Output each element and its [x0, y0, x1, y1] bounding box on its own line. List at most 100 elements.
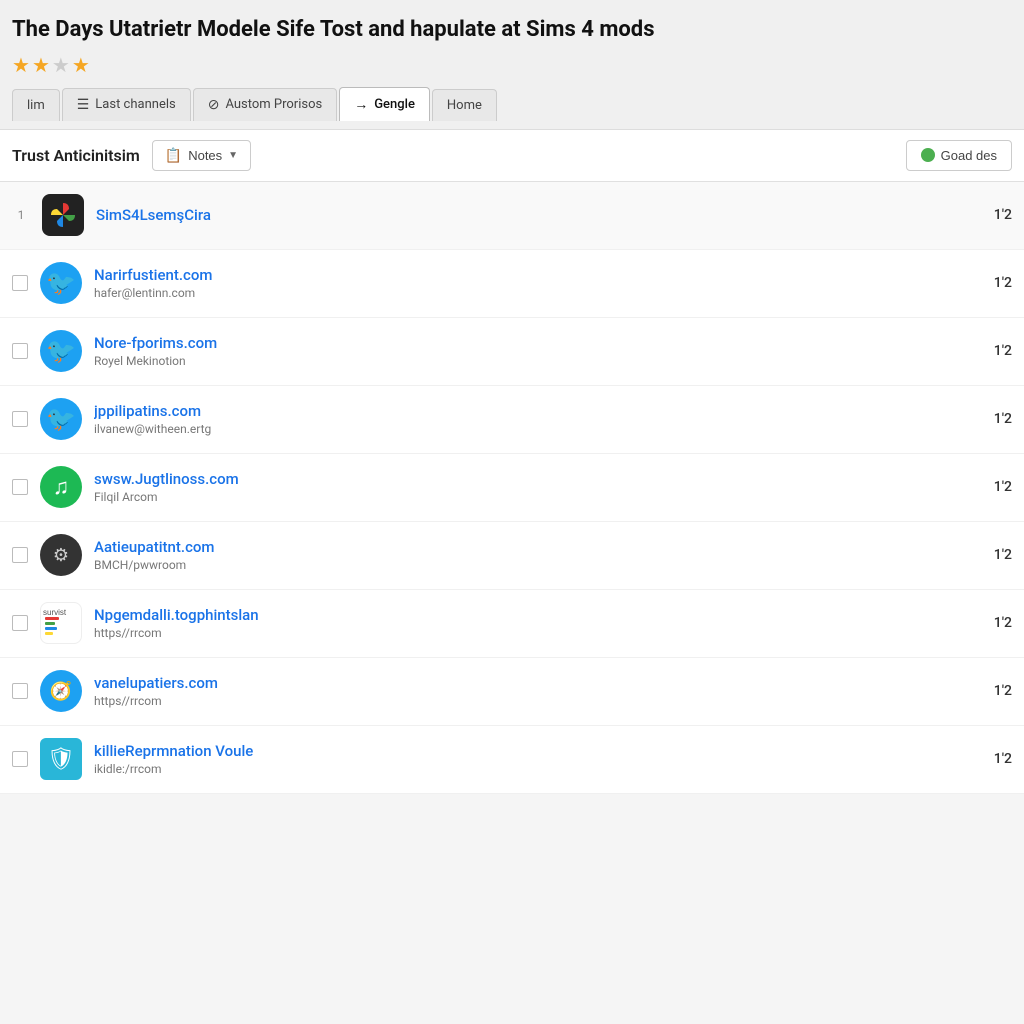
item-sub: Filqil Arcom — [94, 490, 982, 504]
item-checkbox[interactable] — [12, 751, 28, 767]
item-logo-compass: 🧭 — [40, 670, 82, 712]
item-checkbox[interactable] — [12, 343, 28, 359]
item-value: 1'2 — [994, 343, 1012, 359]
tab-gengle-icon: → — [354, 96, 368, 113]
item-checkbox[interactable] — [12, 275, 28, 291]
compass-icon: 🧭 — [50, 681, 72, 702]
item-name: Npgemdalli.togphintslan — [94, 606, 982, 624]
item-value: 1'2 — [994, 411, 1012, 427]
item-logo-pinwheel — [42, 194, 84, 236]
toolbar: Trust Anticinitsim 📋 Notes ▼ Goad des — [0, 130, 1024, 182]
list-item: 🐦 Narirfustient.com hafer@lentinn.com 1'… — [0, 250, 1024, 318]
item-info: swsw.Jugtlinoss.com Filqil Arcom — [94, 470, 982, 504]
twitter-icon: 🐦 — [46, 269, 76, 297]
tab-home[interactable]: Home — [432, 89, 497, 121]
item-sub: hafer@lentinn.com — [94, 286, 982, 300]
item-name: SimS4LsemşCira — [96, 206, 982, 224]
item-value: 1'2 — [994, 751, 1012, 767]
tab-custom-label: Austom Prorisos — [225, 97, 322, 112]
star-3: ★ — [52, 53, 70, 77]
tab-last-channels[interactable]: ☰ Last channels — [62, 88, 191, 121]
notes-button[interactable]: 📋 Notes ▼ — [152, 140, 251, 171]
list-item: ⚙ Aatieupatitnt.com BMCH/pwwroom 1'2 — [0, 522, 1024, 590]
list-item: 🐦 Nore-fporims.com Royel Mekinotion 1'2 — [0, 318, 1024, 386]
item-sub: https//rrcom — [94, 626, 982, 640]
item-name: Nore-fporims.com — [94, 334, 982, 352]
list-item: 🧭 vanelupatiers.com https//rrcom 1'2 — [0, 658, 1024, 726]
list-item: 🛡 killieReprmnation Voule ikidle:/rrcom … — [0, 726, 1024, 794]
item-checkbox[interactable] — [12, 683, 28, 699]
item-number: 1 — [12, 208, 30, 222]
item-logo-shield: 🛡 — [40, 738, 82, 780]
tab-last-channels-label: Last channels — [95, 97, 175, 112]
tab-last-channels-icon: ☰ — [77, 97, 90, 113]
twitter-icon: 🐦 — [46, 405, 76, 433]
item-sub: ilvanew@witheen.ertg — [94, 422, 982, 436]
item-info: SimS4LsemşCira — [96, 206, 982, 224]
item-info: Narirfustient.com hafer@lentinn.com — [94, 266, 982, 300]
item-checkbox[interactable] — [12, 615, 28, 631]
item-logo-twitter: 🐦 — [40, 398, 82, 440]
item-value: 1'2 — [994, 207, 1012, 223]
item-sub: BMCH/pwwroom — [94, 558, 982, 572]
star-1: ★ — [12, 53, 30, 77]
gear-icon: ⚙ — [53, 545, 69, 566]
item-logo-spotify: ♫ — [40, 466, 82, 508]
svg-text:survist: survist — [43, 608, 67, 617]
notes-label: Notes — [188, 148, 222, 163]
tab-gengle-label: Gengle — [374, 97, 415, 112]
item-info: Nore-fporims.com Royel Mekinotion — [94, 334, 982, 368]
item-name: swsw.Jugtlinoss.com — [94, 470, 982, 488]
notes-icon: 📋 — [165, 147, 182, 164]
item-logo-twitter: 🐦 — [40, 330, 82, 372]
item-value: 1'2 — [994, 275, 1012, 291]
item-checkbox[interactable] — [12, 547, 28, 563]
item-name: killieReprmnation Voule — [94, 742, 982, 760]
item-value: 1'2 — [994, 683, 1012, 699]
item-name: jppilipatins.com — [94, 402, 982, 420]
stars-row: ★ ★ ★ ★ — [12, 53, 1012, 77]
tab-slim-label: lim — [27, 98, 45, 113]
item-value: 1'2 — [994, 547, 1012, 563]
shield-icon: 🛡 — [47, 747, 75, 772]
tab-home-label: Home — [447, 98, 482, 113]
goad-label: Goad des — [941, 148, 997, 163]
item-value: 1'2 — [994, 479, 1012, 495]
tab-gengle[interactable]: → Gengle — [339, 87, 430, 121]
item-checkbox[interactable] — [12, 479, 28, 495]
item-checkbox[interactable] — [12, 411, 28, 427]
header-section: The Days Utatrietr Modele Sife Tost and … — [0, 0, 1024, 130]
twitter-icon: 🐦 — [46, 337, 76, 365]
list-item: 1 SimS4LsemşCira 1'2 — [0, 182, 1024, 250]
item-sub: Royel Mekinotion — [94, 354, 982, 368]
tab-custom-prorises[interactable]: ⊘ Austom Prorisos — [193, 88, 337, 121]
spotify-icon: ♫ — [53, 474, 70, 500]
star-4: ★ — [72, 53, 90, 77]
item-info: Aatieupatitnt.com BMCH/pwwroom — [94, 538, 982, 572]
tab-custom-icon: ⊘ — [208, 97, 220, 113]
notes-dropdown-arrow: ▼ — [228, 150, 238, 161]
item-logo-twitter: 🐦 — [40, 262, 82, 304]
goad-icon — [921, 148, 935, 162]
goad-button[interactable]: Goad des — [906, 140, 1012, 171]
list-item: 🐦 jppilipatins.com ilvanew@witheen.ertg … — [0, 386, 1024, 454]
item-logo-dark: ⚙ — [40, 534, 82, 576]
item-sub: https//rrcom — [94, 694, 982, 708]
toolbar-left: Trust Anticinitsim 📋 Notes ▼ — [12, 140, 251, 171]
item-info: Npgemdalli.togphintslan https//rrcom — [94, 606, 982, 640]
list-item: survist Npgemdalli.togphintslan https//r… — [0, 590, 1024, 658]
list-item: ♫ swsw.Jugtlinoss.com Filqil Arcom 1'2 — [0, 454, 1024, 522]
item-name: Aatieupatitnt.com — [94, 538, 982, 556]
item-info: vanelupatiers.com https//rrcom — [94, 674, 982, 708]
toolbar-title: Trust Anticinitsim — [12, 146, 140, 165]
page-title: The Days Utatrietr Modele Sife Tost and … — [12, 16, 1012, 45]
item-name: vanelupatiers.com — [94, 674, 982, 692]
star-2: ★ — [32, 53, 50, 77]
list-container: 1 SimS4LsemşCira 1'2 🐦 Narirfustient.com… — [0, 182, 1024, 794]
tabs-row: lim ☰ Last channels ⊘ Austom Prorisos → … — [12, 87, 1012, 121]
item-name: Narirfustient.com — [94, 266, 982, 284]
item-sub: ikidle:/rrcom — [94, 762, 982, 776]
tab-slim[interactable]: lim — [12, 89, 60, 121]
item-value: 1'2 — [994, 615, 1012, 631]
item-info: jppilipatins.com ilvanew@witheen.ertg — [94, 402, 982, 436]
